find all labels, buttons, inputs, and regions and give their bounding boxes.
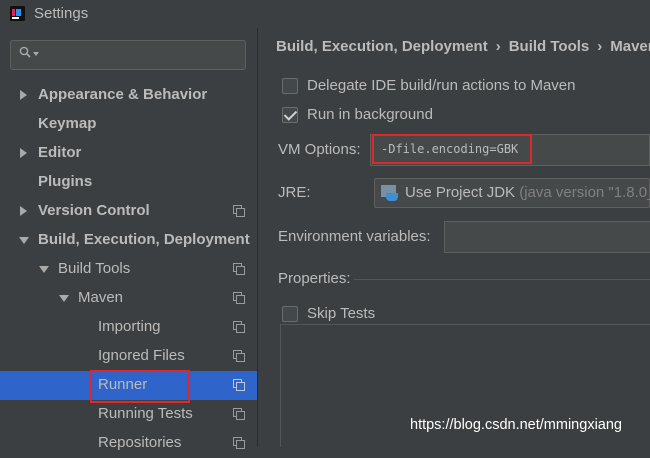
sidebar-item-plugins[interactable]: Plugins — [0, 168, 257, 197]
properties-label: Properties: — [278, 270, 351, 287]
breadcrumb: Build, Execution, Deployment › Build Tools… — [276, 38, 650, 55]
sidebar-item-label: Importing — [98, 318, 161, 335]
sidebar-item-keymap[interactable]: Keymap — [0, 110, 257, 139]
project-settings-icon — [233, 408, 245, 420]
settings-content: Build, Execution, Deployment › Build Tools… — [258, 28, 650, 447]
watermark-text: https://blog.csdn.net/mmingxiang — [410, 417, 622, 433]
title-bar: Settings — [0, 0, 650, 28]
checkmark-icon — [283, 107, 298, 121]
project-settings-icon — [233, 292, 245, 304]
sidebar-item-importing[interactable]: Importing — [0, 313, 257, 342]
run-in-background-label: Run in background — [307, 106, 433, 123]
sidebar-item-appearance-behavior[interactable]: Appearance & Behavior — [0, 81, 257, 110]
sidebar-item-editor[interactable]: Editor — [0, 139, 257, 168]
breadcrumb-item: Build, Execution, Deployment — [276, 38, 488, 55]
jre-selected-value: Use Project JDK (java version "1.8.0_6 — [405, 184, 650, 201]
project-settings-icon — [233, 437, 245, 449]
project-settings-icon — [233, 205, 245, 217]
skip-tests-checkbox[interactable] — [282, 306, 298, 322]
sidebar-item-label: Repositories — [98, 434, 182, 451]
expand-arrow-icon[interactable] — [20, 206, 27, 216]
expand-arrow-icon[interactable] — [20, 90, 27, 100]
breadcrumb-separator-icon: › — [495, 38, 501, 55]
sidebar-item-build-execution-deployment[interactable]: Build, Execution, Deployment — [0, 226, 257, 255]
run-in-background-checkbox[interactable] — [282, 107, 298, 123]
env-variables-label: Environment variables: — [278, 228, 431, 245]
project-settings-icon — [233, 263, 245, 275]
jdk-icon — [381, 185, 399, 201]
delegate-build-label: Delegate IDE build/run actions to Maven — [307, 77, 576, 94]
vm-options-highlight-box — [372, 134, 532, 164]
sidebar-item-label: Keymap — [38, 115, 97, 132]
properties-separator — [354, 279, 650, 280]
sidebar-item-label: Plugins — [38, 173, 93, 190]
sidebar-item-version-control[interactable]: Version Control — [0, 197, 257, 226]
collapse-arrow-icon[interactable] — [19, 237, 29, 244]
sidebar-item-ignored-files[interactable]: Ignored Files — [0, 342, 257, 371]
jre-version-detail: (java version "1.8.0_6 — [519, 184, 650, 201]
jre-select[interactable]: Use Project JDK (java version "1.8.0_6 — [374, 178, 650, 208]
project-settings-icon — [233, 350, 245, 362]
search-icon — [19, 46, 31, 58]
intellij-logo-icon — [10, 6, 25, 21]
env-variables-input[interactable] — [444, 221, 650, 253]
sidebar-item-label: Version Control — [38, 202, 150, 219]
skip-tests-label: Skip Tests — [307, 305, 376, 322]
vm-options-label: VM Options: — [278, 141, 361, 158]
breadcrumb-item: Build Tools — [508, 38, 590, 55]
sidebar-item-maven[interactable]: Maven — [0, 284, 257, 313]
collapse-arrow-icon[interactable] — [59, 295, 69, 302]
breadcrumb-item: Maven — [610, 38, 650, 55]
sidebar-item-label: Running Tests — [98, 405, 193, 422]
project-settings-icon — [233, 379, 245, 391]
sidebar-item-repositories[interactable]: Repositories — [0, 429, 257, 458]
sidebar-item-label: Maven — [78, 289, 124, 306]
search-options-icon[interactable] — [33, 52, 39, 56]
collapse-arrow-icon[interactable] — [39, 266, 49, 273]
expand-arrow-icon[interactable] — [20, 148, 27, 158]
settings-sidebar: Appearance & Behavior Keymap Editor Plug… — [0, 28, 257, 451]
sidebar-item-label: Ignored Files — [98, 347, 185, 364]
breadcrumb-separator-icon: › — [597, 38, 603, 55]
sidebar-item-label: Build, Execution, Deployment — [38, 231, 250, 248]
sidebar-item-label: Editor — [38, 144, 82, 161]
window-title: Settings — [34, 5, 89, 22]
project-settings-icon — [233, 321, 245, 333]
jre-label: JRE: — [278, 184, 311, 201]
delegate-build-checkbox[interactable] — [282, 78, 298, 94]
sidebar-item-label: Build Tools — [58, 260, 131, 277]
jre-value: Use Project JDK — [405, 184, 516, 201]
runner-highlight-box — [90, 370, 190, 403]
sidebar-item-running-tests[interactable]: Running Tests — [0, 400, 257, 429]
sidebar-item-build-tools[interactable]: Build Tools — [0, 255, 257, 284]
search-input[interactable] — [10, 40, 246, 70]
sidebar-item-label: Appearance & Behavior — [38, 86, 208, 103]
